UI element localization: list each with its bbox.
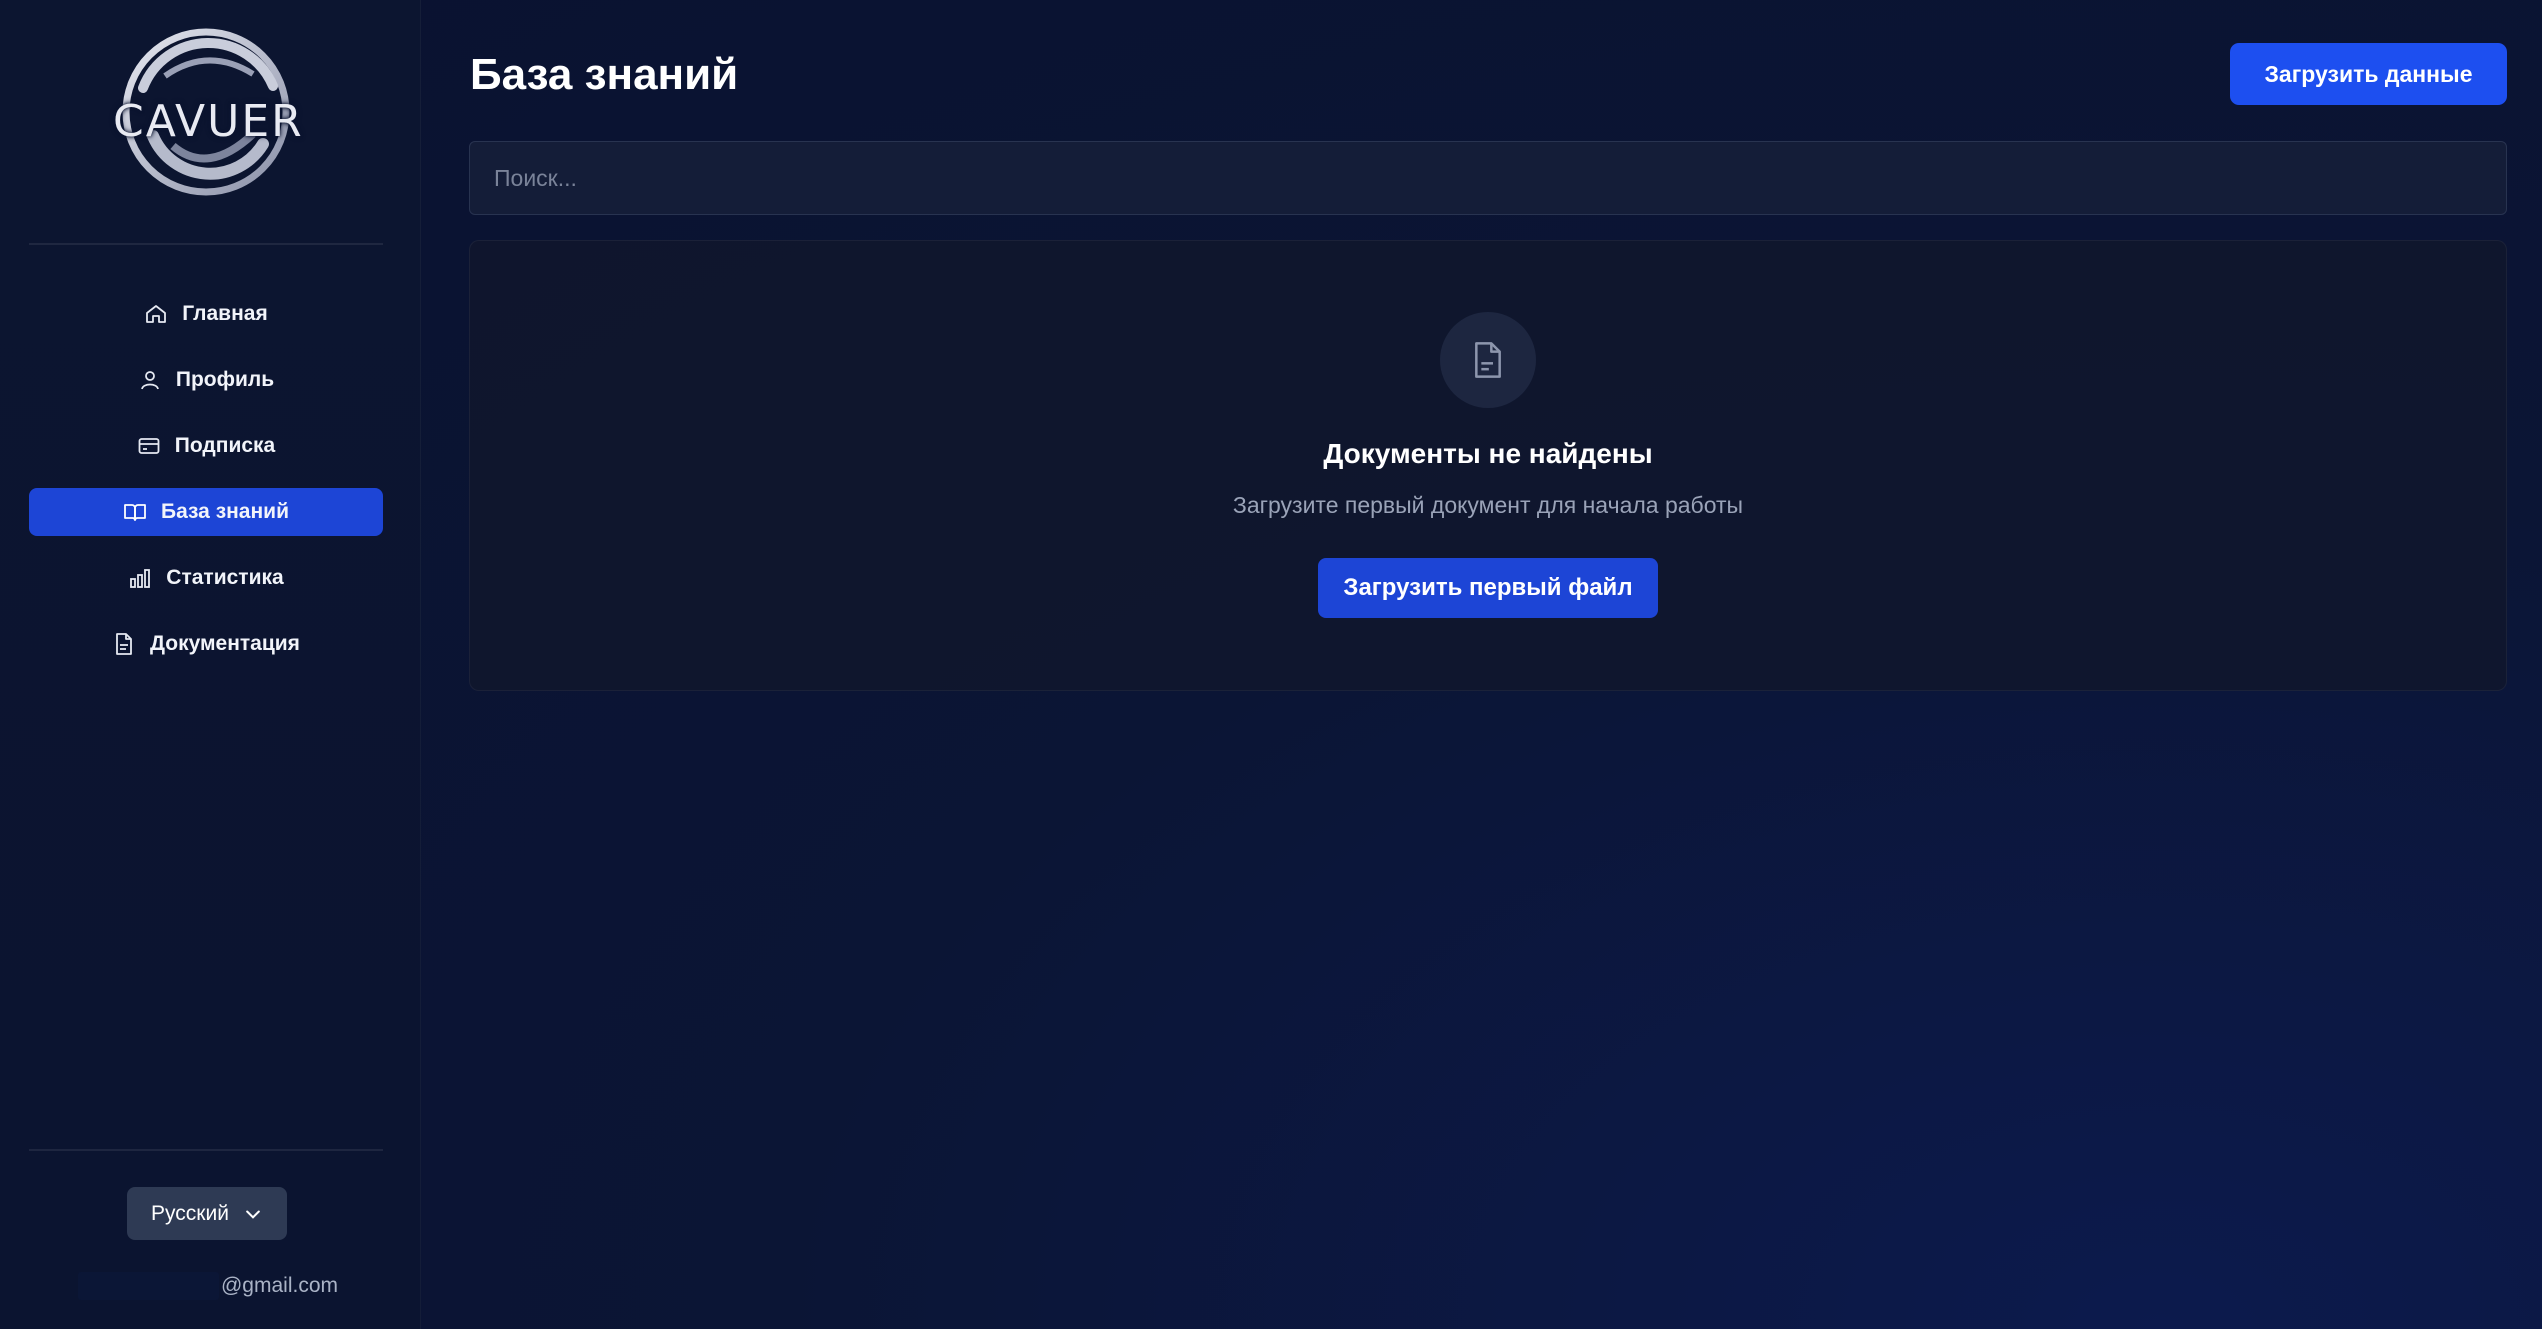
email-redaction bbox=[78, 1272, 219, 1300]
cavuer-logo[interactable]: CAVUER bbox=[113, 26, 304, 198]
bar-chart-icon bbox=[128, 566, 152, 590]
sidebar-divider-bottom bbox=[29, 1149, 383, 1151]
language-select[interactable]: Русский bbox=[127, 1187, 287, 1240]
user-email: @gmail.com bbox=[78, 1270, 338, 1302]
sidebar-item-knowledge-base[interactable]: База знаний bbox=[29, 488, 383, 536]
sidebar-item-documentation[interactable]: Документация bbox=[29, 620, 383, 668]
page-title: База знаний bbox=[470, 50, 739, 99]
credit-card-icon bbox=[137, 434, 161, 458]
sidebar-item-statistics[interactable]: Статистика bbox=[29, 554, 383, 602]
sidebar: CAVUER Главная Профиль Подписка База зна… bbox=[0, 0, 421, 1329]
empty-state-icon-wrap bbox=[1440, 312, 1536, 408]
sidebar-item-label: Подписка bbox=[174, 434, 276, 457]
empty-state-title: Документы не найдены bbox=[1323, 438, 1653, 469]
sidebar-item-label: База знаний bbox=[160, 500, 289, 523]
sidebar-item-home[interactable]: Главная bbox=[29, 290, 383, 338]
upload-data-button[interactable]: Загрузить данные bbox=[2230, 43, 2507, 105]
sidebar-item-label: Профиль bbox=[175, 368, 275, 391]
search-input[interactable] bbox=[469, 141, 2507, 215]
sidebar-divider-top bbox=[29, 243, 383, 245]
sidebar-item-subscription[interactable]: Подписка bbox=[29, 422, 383, 470]
language-label: Русский bbox=[151, 1201, 229, 1225]
sidebar-nav: Главная Профиль Подписка База знаний Ста… bbox=[29, 290, 383, 686]
email-text: @gmail.com bbox=[220, 1274, 338, 1297]
file-text-icon bbox=[112, 632, 136, 656]
file-icon bbox=[1475, 342, 1501, 378]
sidebar-item-label: Статистика bbox=[166, 566, 284, 589]
user-icon bbox=[138, 368, 162, 392]
empty-state-subtitle: Загрузите первый документ для начала раб… bbox=[1232, 492, 1744, 518]
sidebar-item-profile[interactable]: Профиль bbox=[29, 356, 383, 404]
upload-first-file-button[interactable]: Загрузить первый файл bbox=[1318, 558, 1658, 618]
sidebar-item-label: Главная bbox=[182, 302, 268, 325]
book-icon bbox=[123, 500, 147, 524]
empty-state-card: Документы не найдены Загрузите первый до… bbox=[469, 240, 2507, 691]
sidebar-item-label: Документация bbox=[150, 632, 300, 655]
home-icon bbox=[144, 302, 168, 326]
logo-text: CAVUER bbox=[113, 96, 304, 147]
chevron-down-icon bbox=[246, 1210, 260, 1219]
